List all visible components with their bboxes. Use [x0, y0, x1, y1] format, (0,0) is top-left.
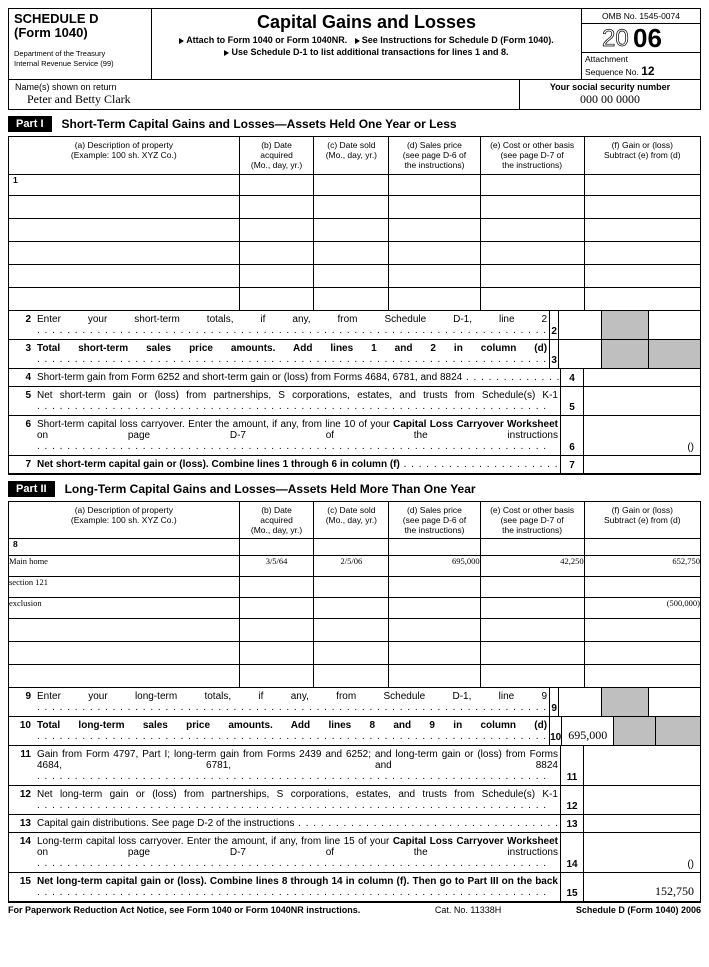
line-15: 15 Net long-term capital gain or (loss).…	[8, 873, 701, 903]
table-row[interactable]: exclusion (500,000)	[9, 598, 701, 619]
line3-d[interactable]	[558, 340, 600, 368]
part1-title: Short-Term Capital Gains and Losses—Asse…	[62, 117, 457, 131]
svg-text:20: 20	[602, 25, 629, 52]
sub2: See Instructions for Schedule D (Form 10…	[362, 35, 554, 45]
triangle-icon	[224, 50, 229, 56]
schedule-label: SCHEDULE D	[14, 12, 146, 26]
col-f-header: (f) Gain or (loss) Subtract (e) from (d)	[584, 137, 700, 175]
line2-e-grey	[601, 311, 648, 339]
table-row[interactable]	[9, 665, 701, 688]
irs-label: Internal Revenue Service (99)	[14, 60, 146, 68]
line-11: 11 Gain from Form 4797, Part I; long-ter…	[8, 746, 701, 786]
line-9: 9 Enter your long-term totals, if any, f…	[8, 688, 701, 717]
line2-f[interactable]	[648, 311, 700, 339]
footer-center: Cat. No. 11338H	[435, 905, 501, 915]
table-row[interactable]	[9, 241, 701, 264]
footer: For Paperwork Reduction Act Notice, see …	[8, 905, 701, 915]
line-13: 13 Capital gain distributions. See page …	[8, 815, 701, 833]
table-row[interactable]: Main home 3/5/64 2/5/06 695,000 42,250 6…	[9, 556, 701, 577]
col-b-header: (b) Date acquired (Mo., day, yr.)	[239, 137, 314, 175]
table-row[interactable]	[9, 195, 701, 218]
table-row[interactable]	[9, 619, 701, 642]
omb-number: OMB No. 1545-0074	[582, 9, 700, 24]
part2-label: Part II	[8, 481, 55, 497]
col-a-header: (a) Description of property (Example: 10…	[9, 137, 240, 175]
names-label: Name(s) shown on return	[15, 82, 117, 92]
line-10: 10 Total long-term sales price amounts. …	[8, 717, 701, 746]
sequence: Attachment Sequence No. 12	[582, 53, 700, 79]
part1-table: (a) Description of property (Example: 10…	[8, 136, 701, 311]
form-header: SCHEDULE D (Form 1040) Department of the…	[8, 8, 701, 80]
tax-year: 20 06	[582, 24, 700, 53]
row1-num: 1	[9, 174, 240, 195]
line-6: 6 Short-term capital loss carryover. Ent…	[8, 416, 701, 456]
line6-val[interactable]: ()	[583, 416, 700, 455]
line-3: 3 Total short-term sales price amounts. …	[8, 340, 701, 369]
subtitle-row: Attach to Form 1040 or Form 1040NR. See …	[157, 35, 576, 45]
table-row[interactable]: 8	[9, 539, 701, 556]
part2-table: (a) Description of property (Example: 10…	[8, 501, 701, 689]
line7-text: Net short-term capital gain or (loss). C…	[37, 456, 560, 473]
line-5: 5 Net short-term gain or (loss) from par…	[8, 387, 701, 416]
header-center: Capital Gains and Losses Attach to Form …	[152, 9, 581, 79]
line5-val[interactable]	[583, 387, 700, 415]
seq-label: Sequence No.	[585, 67, 641, 77]
subtitle-row2: Use Schedule D-1 to list additional tran…	[157, 47, 576, 57]
part2-header: Part II Long-Term Capital Gains and Loss…	[8, 481, 701, 497]
footer-left: For Paperwork Reduction Act Notice, see …	[8, 905, 360, 915]
line5-text: Net short-term gain or (loss) from partn…	[37, 387, 560, 415]
line6-text: Short-term capital loss carryover. Enter…	[37, 416, 560, 455]
part1-label: Part I	[8, 116, 52, 132]
col-e-header: (e) Cost or other basis (see page D-7 of…	[480, 137, 584, 175]
part2-title: Long-Term Capital Gains and Losses—Asset…	[65, 482, 476, 496]
line-4: 4 Short-term gain from Form 6252 and sho…	[8, 369, 701, 387]
part1-header: Part I Short-Term Capital Gains and Loss…	[8, 116, 701, 132]
line2-d[interactable]	[558, 311, 600, 339]
triangle-icon	[355, 38, 360, 44]
form-title: Capital Gains and Losses	[157, 12, 576, 33]
line3-text: Total short-term sales price amounts. Ad…	[37, 340, 549, 368]
col-d-header: (d) Sales price (see page D-6 of the ins…	[389, 137, 480, 175]
line7-val[interactable]	[583, 456, 700, 473]
taxpayer-name: Peter and Betty Clark	[15, 92, 131, 106]
line2-box: 2	[549, 311, 558, 339]
line10-d[interactable]: 695,000	[561, 717, 613, 745]
table-row[interactable]	[9, 218, 701, 241]
table-header-row: (a) Description of property (Example: 10…	[9, 137, 701, 175]
form-number: (Form 1040)	[14, 26, 146, 40]
table-row[interactable]: section 121	[9, 577, 701, 598]
names-row: Name(s) shown on return Peter and Betty …	[8, 80, 701, 110]
table-row[interactable]: 1	[9, 174, 701, 195]
table-header-row: (a) Description of property (Example: 10…	[9, 501, 701, 539]
line15-val[interactable]: 152,750	[583, 873, 700, 901]
table-row[interactable]	[9, 642, 701, 665]
col-c-header: (c) Date sold (Mo., day, yr.)	[314, 137, 389, 175]
sub1: Attach to Form 1040 or Form 1040NR.	[186, 35, 347, 45]
sub3: Use Schedule D-1 to list additional tran…	[231, 47, 508, 57]
table-row[interactable]	[9, 287, 701, 310]
line-14: 14 Long-term capital loss carryover. Ent…	[8, 833, 701, 873]
svg-text:06: 06	[633, 24, 662, 52]
line-7: 7 Net short-term capital gain or (loss).…	[8, 456, 701, 475]
ssn-label: Your social security number	[550, 82, 670, 92]
line2-text: Enter your short-term totals, if any, fr…	[37, 311, 549, 339]
ssn-field[interactable]: Your social security number 000 00 0000	[519, 80, 700, 109]
table-row[interactable]	[9, 264, 701, 287]
triangle-icon	[179, 38, 184, 44]
header-right: OMB No. 1545-0074 20 06 Attachment Seque…	[581, 9, 700, 79]
line4-text: Short-term gain from Form 6252 and short…	[37, 369, 560, 386]
line-12: 12 Net long-term gain or (loss) from par…	[8, 786, 701, 815]
header-left: SCHEDULE D (Form 1040) Department of the…	[9, 9, 152, 79]
seq-num: 12	[641, 64, 654, 78]
names-field[interactable]: Name(s) shown on return Peter and Betty …	[9, 80, 519, 109]
line-2: 2 Enter your short-term totals, if any, …	[8, 311, 701, 340]
ssn-value: 000 00 0000	[580, 92, 640, 106]
dept-label: Department of the Treasury	[14, 50, 146, 58]
footer-right: Schedule D (Form 1040) 2006	[576, 905, 701, 915]
line4-val[interactable]	[583, 369, 700, 386]
att-label: Attachment	[585, 54, 628, 64]
